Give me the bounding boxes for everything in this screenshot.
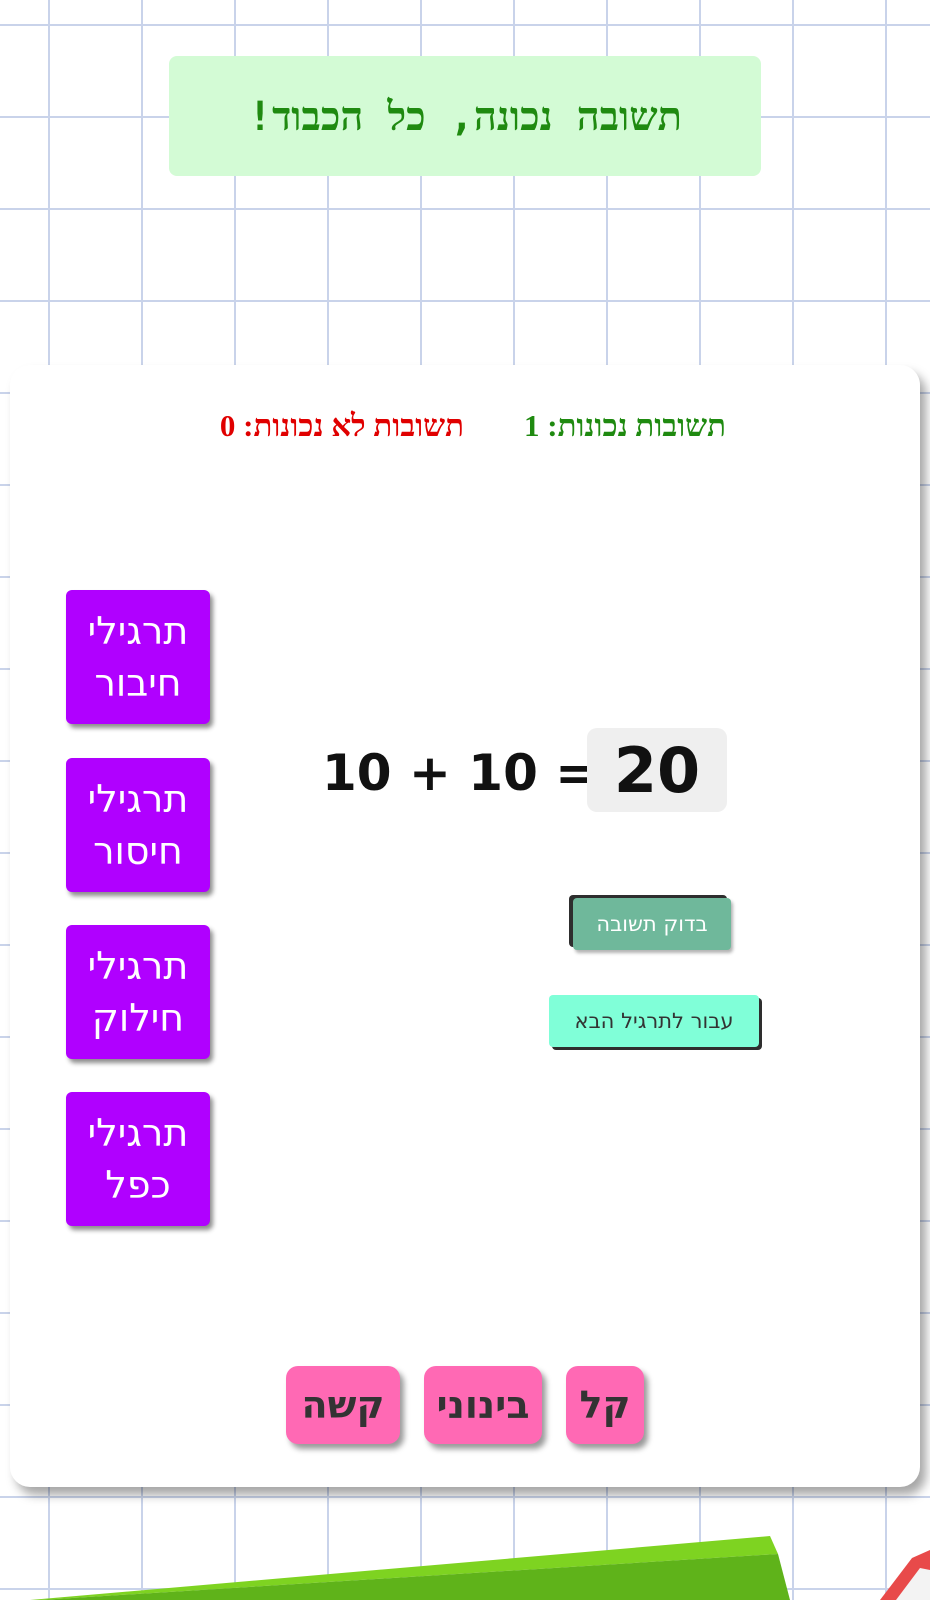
exercise-equation: 10 + 10 =	[322, 744, 598, 802]
level-medium-button[interactable]: בינוני	[424, 1366, 542, 1444]
ruler-decoration	[30, 1536, 930, 1600]
addition-exercises-button[interactable]: תרגילי חיבור	[66, 590, 210, 724]
pencil-decoration	[880, 1550, 930, 1600]
subtraction-exercises-button[interactable]: תרגילי חיסור	[66, 758, 210, 892]
check-answer-button[interactable]: בדוק תשובה	[573, 898, 731, 950]
wrong-answers-counter: תשובות לא נכונות: 0	[219, 408, 464, 443]
multiplication-exercises-button[interactable]: תרגילי כפל	[66, 1092, 210, 1226]
level-easy-button[interactable]: קל	[566, 1366, 644, 1444]
division-exercises-button[interactable]: תרגילי חילוק	[66, 925, 210, 1059]
answer-input[interactable]	[587, 728, 727, 812]
feedback-banner: תשובה נכונה, כל הכבוד!	[169, 56, 761, 176]
correct-answers-counter: תשובות נכונות: 1	[524, 408, 726, 443]
next-exercise-button[interactable]: עבור לתרגיל הבא	[549, 995, 759, 1047]
level-hard-button[interactable]: קשה	[286, 1366, 400, 1444]
